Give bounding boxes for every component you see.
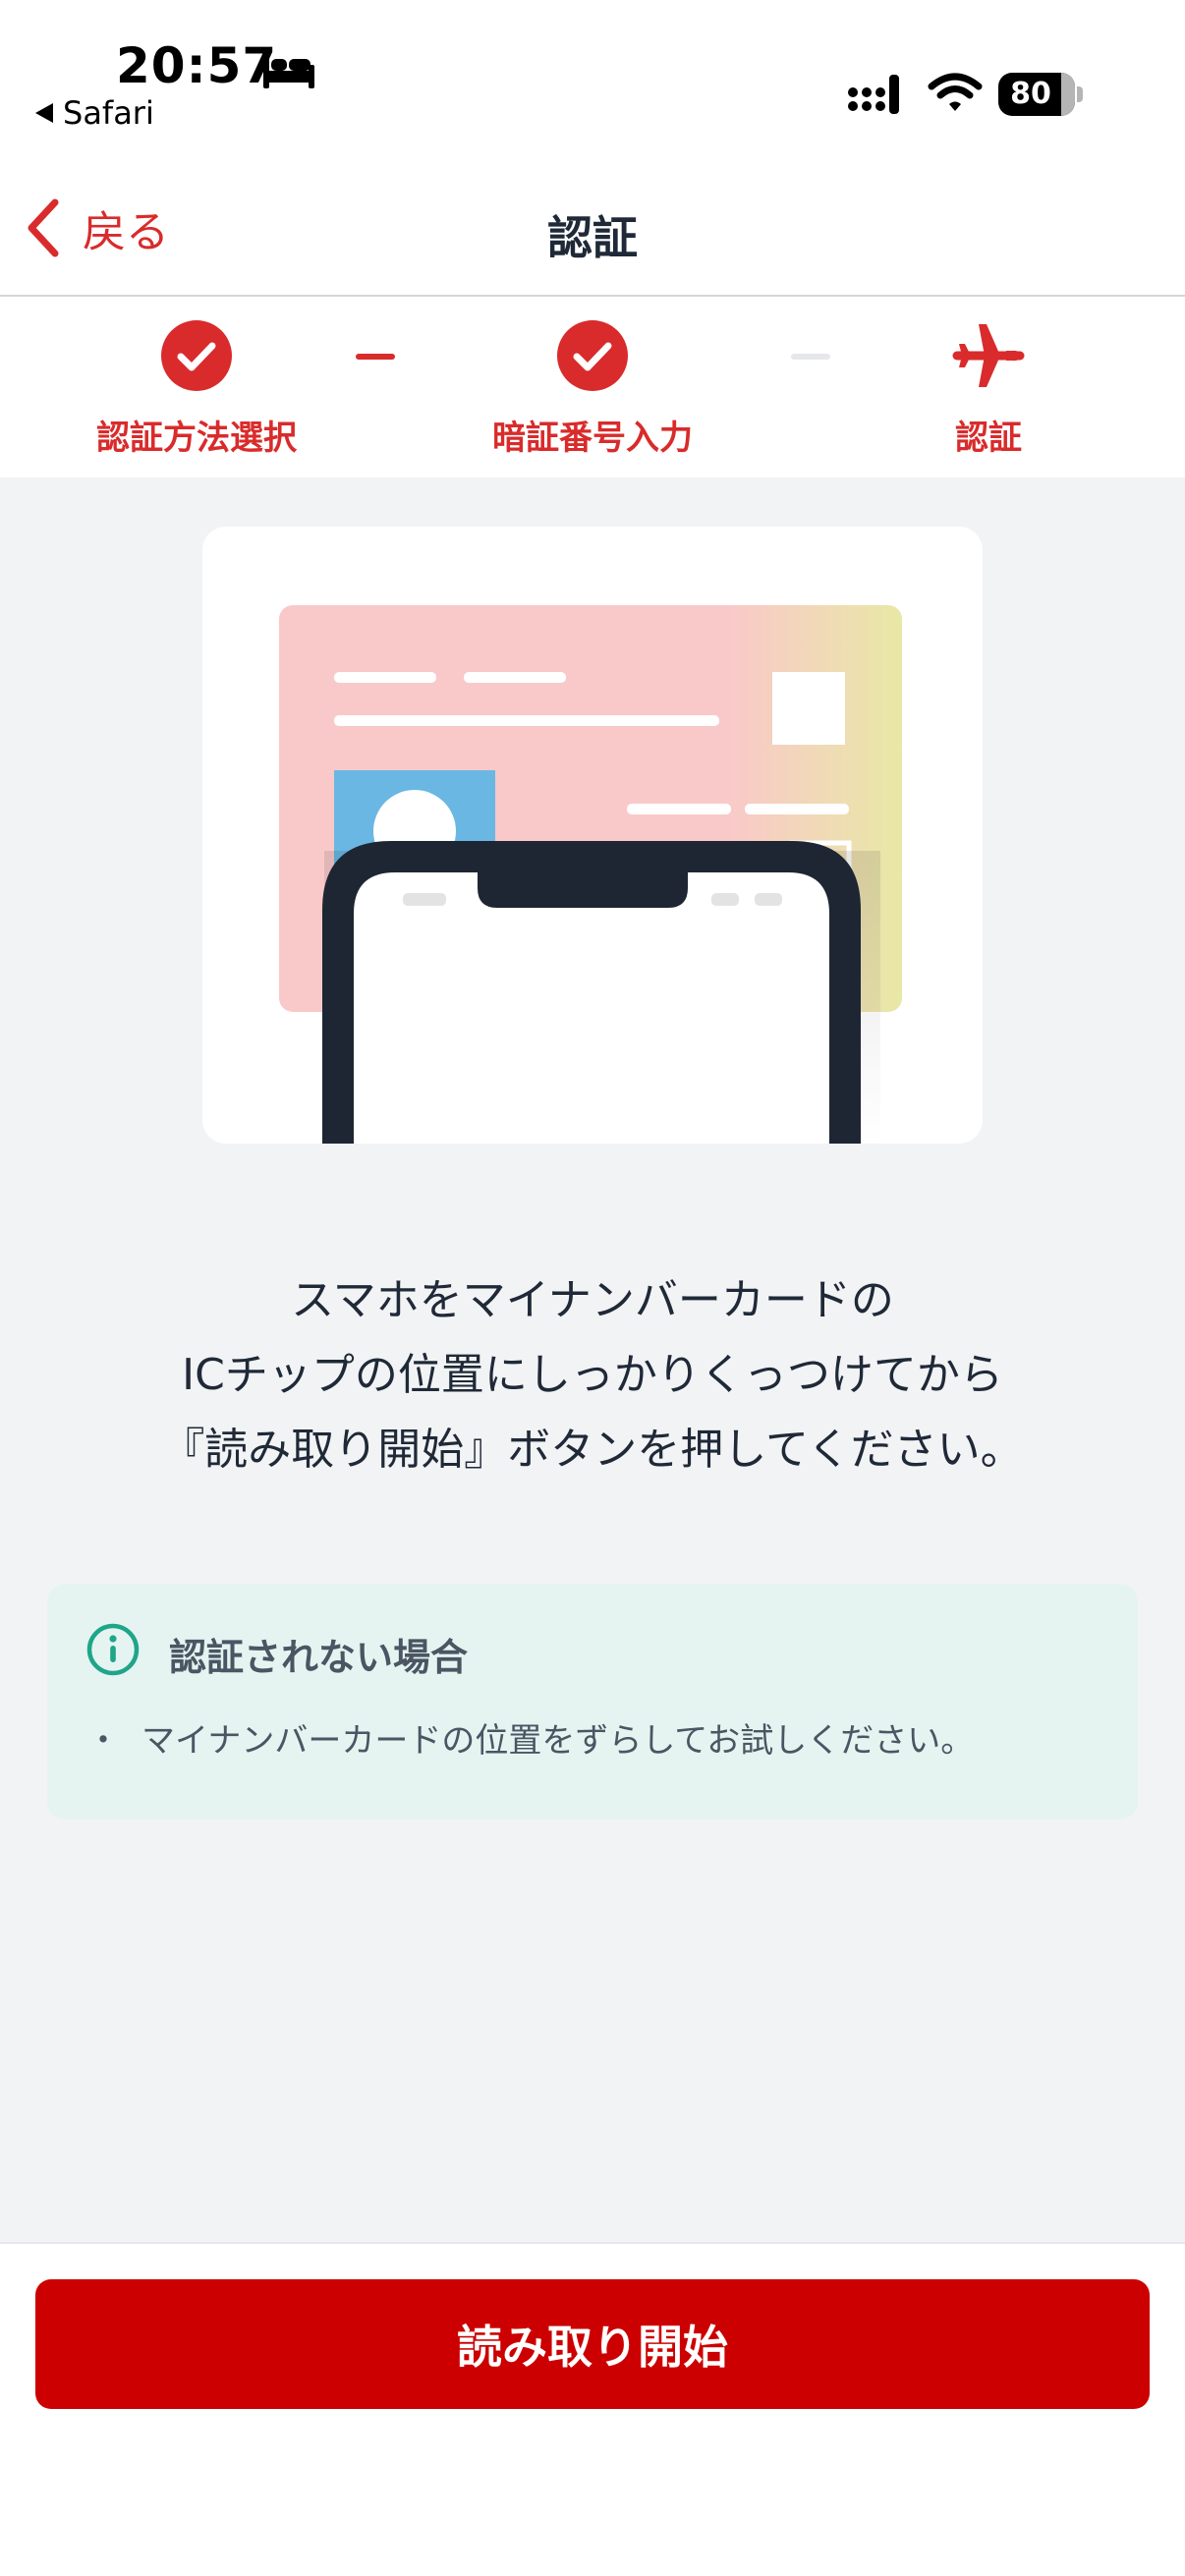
step-label: 認証 xyxy=(955,419,1022,458)
step-label: 暗証番号入力 xyxy=(492,419,693,458)
battery-level: 80 xyxy=(1010,77,1051,111)
status-time: 20:57 xyxy=(116,37,278,94)
page-title: 認証 xyxy=(547,211,638,264)
info-item-text: マイナンバーカードの位置をずらしてお試しください。 xyxy=(141,1721,975,1761)
status-bar: 20:57 Safari 80 xyxy=(0,0,1185,157)
step-pin-entry: 暗証番号入力 xyxy=(445,318,740,459)
instruction-line: 『読み取り開始』ボタンを押してください。 xyxy=(161,1425,1024,1475)
step-connector-pending xyxy=(791,354,830,360)
bed-icon xyxy=(263,55,314,88)
phone-on-card-illustration xyxy=(279,605,902,1144)
status-back-label: Safari xyxy=(63,94,154,132)
troubleshooting-info-box: 認証されない場合 ・ マイナンバーカードの位置をずらしてお試しください。 xyxy=(47,1584,1138,1820)
status-back-to-safari[interactable]: Safari xyxy=(35,94,154,132)
bullet: ・ xyxy=(86,1721,120,1761)
airplane-icon xyxy=(952,324,1025,387)
info-icon xyxy=(86,1623,140,1676)
check-circle-icon xyxy=(557,320,628,391)
instruction-line: ICチップの位置にしっかりくっつけてから xyxy=(182,1350,1003,1400)
signal-icon xyxy=(848,75,899,114)
step-authenticate: 認証 xyxy=(841,318,1136,459)
instruction-text: スマホをマイナンバーカードの ICチップの位置にしっかりくっつけてから 『読み取… xyxy=(59,1263,1126,1487)
main-content: スマホをマイナンバーカードの ICチップの位置にしっかりくっつけてから 『読み取… xyxy=(0,477,1185,2242)
bottom-action-bar: 読み取り開始 xyxy=(0,2242,1185,2576)
info-list-item: ・ マイナンバーカードの位置をずらしてお試しください。 xyxy=(86,1713,974,1762)
step-connector-done xyxy=(356,354,395,360)
check-circle-icon xyxy=(161,320,232,391)
step-method-select: 認証方法選択 xyxy=(49,318,344,459)
start-reading-button[interactable]: 読み取り開始 xyxy=(35,2279,1150,2409)
progress-stepper: 認証方法選択 暗証番号入力 認証 xyxy=(0,297,1185,477)
card-reading-illustration xyxy=(202,527,983,1144)
nav-bar: 戻る 認証 xyxy=(0,157,1185,297)
info-title: 認証されない場合 xyxy=(169,1636,469,1679)
step-label: 認証方法選択 xyxy=(96,419,297,458)
battery-icon: 80 xyxy=(998,73,1083,116)
instruction-line: スマホをマイナンバーカードの xyxy=(291,1275,894,1325)
wifi-icon xyxy=(928,73,983,111)
back-triangle-icon xyxy=(35,103,53,123)
